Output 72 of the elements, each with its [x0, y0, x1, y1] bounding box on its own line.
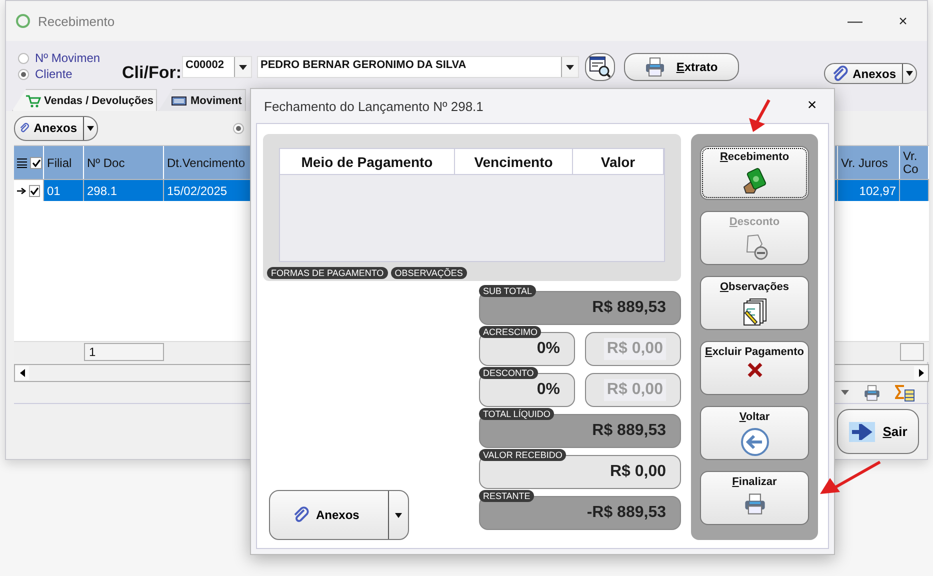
- sum-icon[interactable]: [895, 384, 915, 402]
- column-header: Valor: [573, 149, 664, 174]
- caret-icon: [87, 126, 94, 130]
- count-cell: 1: [84, 343, 164, 361]
- search-button[interactable]: [584, 53, 614, 81]
- printer-icon: [863, 384, 881, 402]
- row-checkbox[interactable]: [14, 179, 44, 201]
- client-name-field[interactable]: PEDRO BERNAR GERONIMO DA SILVA: [256, 56, 578, 78]
- radio-button[interactable]: [18, 52, 29, 64]
- dialog-title: Fechamento do Lançamento Nº 298.1: [264, 98, 484, 114]
- row-pointer-icon: [17, 186, 26, 194]
- close-button[interactable]: ×: [879, 12, 927, 30]
- caret-icon: [395, 512, 402, 518]
- caret-icon[interactable]: [566, 64, 574, 70]
- column-header[interactable]: Vr. Co: [900, 146, 929, 179]
- printer-icon: [644, 56, 666, 78]
- table-cell: 298.1: [84, 179, 164, 201]
- check-icon: [32, 158, 40, 166]
- table-cell: [900, 179, 929, 201]
- arrow-right-icon: [848, 422, 875, 442]
- table-cell: 102,97: [838, 179, 900, 201]
- client-code-field[interactable]: C00002: [182, 56, 252, 78]
- field-label: ACRESCIMO: [478, 326, 542, 338]
- column-header: Vencimento: [455, 149, 573, 174]
- attachments-button[interactable]: Anexos: [269, 490, 409, 540]
- column-header: Meio de Pagamento: [280, 149, 455, 174]
- radio-button[interactable]: [233, 122, 244, 134]
- window-title: Recebimento: [38, 14, 116, 28]
- field-label: SUB TOTAL: [478, 285, 536, 297]
- select-all-header[interactable]: [14, 146, 44, 179]
- dropdown-icon[interactable]: [841, 390, 849, 395]
- tab[interactable]: Vendas / Devoluções: [12, 89, 158, 111]
- app-icon: [16, 14, 30, 28]
- list-icon: [17, 158, 27, 168]
- radio-button[interactable]: [18, 68, 29, 80]
- paperclip-icon: [830, 64, 849, 82]
- cart-icon: [25, 94, 41, 108]
- tab[interactable]: Moviment: [158, 89, 246, 111]
- close-button[interactable]: ×: [790, 96, 834, 116]
- action-button[interactable]: Recebimento: [700, 146, 809, 200]
- document-pencil-icon: [740, 297, 768, 327]
- attachments-button[interactable]: Anexos: [824, 63, 917, 84]
- field-label: TOTAL LÍQUIDO: [478, 408, 554, 420]
- check-icon: [30, 186, 39, 194]
- table-cell: 01: [44, 179, 84, 201]
- column-header[interactable]: Nº Doc: [84, 146, 164, 179]
- delete-icon: [746, 362, 762, 378]
- field-label: DESCONTO: [478, 367, 538, 379]
- statement-button[interactable]: Extrato: [624, 53, 738, 81]
- section-tab[interactable]: OBSERVAÇÕES: [390, 267, 467, 279]
- attachments-button[interactable]: Anexos: [14, 116, 98, 140]
- radio-label: Cliente: [35, 67, 72, 81]
- section-tab[interactable]: FORMAS DE PAGAMENTO: [267, 267, 388, 279]
- printer-icon: [742, 492, 766, 516]
- field-label: VALOR RECEBIDO: [478, 449, 566, 461]
- action-button[interactable]: Excluir Pagamento: [700, 341, 809, 395]
- client-label: Cli/For:: [122, 63, 182, 83]
- money-hand-icon: [742, 167, 768, 195]
- action-button[interactable]: Finalizar: [700, 471, 809, 525]
- exit-button[interactable]: Sair: [837, 409, 919, 454]
- field-label: RESTANTE: [478, 490, 534, 502]
- column-header[interactable]: Filial: [44, 146, 84, 179]
- column-header[interactable]: Vr. Juros: [838, 146, 900, 179]
- scroll-right-icon[interactable]: [918, 369, 924, 377]
- action-button[interactable]: Observações: [700, 276, 809, 330]
- caret-icon[interactable]: [238, 64, 246, 70]
- minimize-button[interactable]: —: [831, 12, 879, 30]
- caret-icon: [906, 71, 913, 76]
- scroll-left-icon[interactable]: [20, 369, 24, 377]
- radio-label: Nº Movimen: [35, 51, 100, 65]
- paperclip-icon: [292, 506, 310, 524]
- action-button[interactable]: Voltar: [700, 406, 809, 460]
